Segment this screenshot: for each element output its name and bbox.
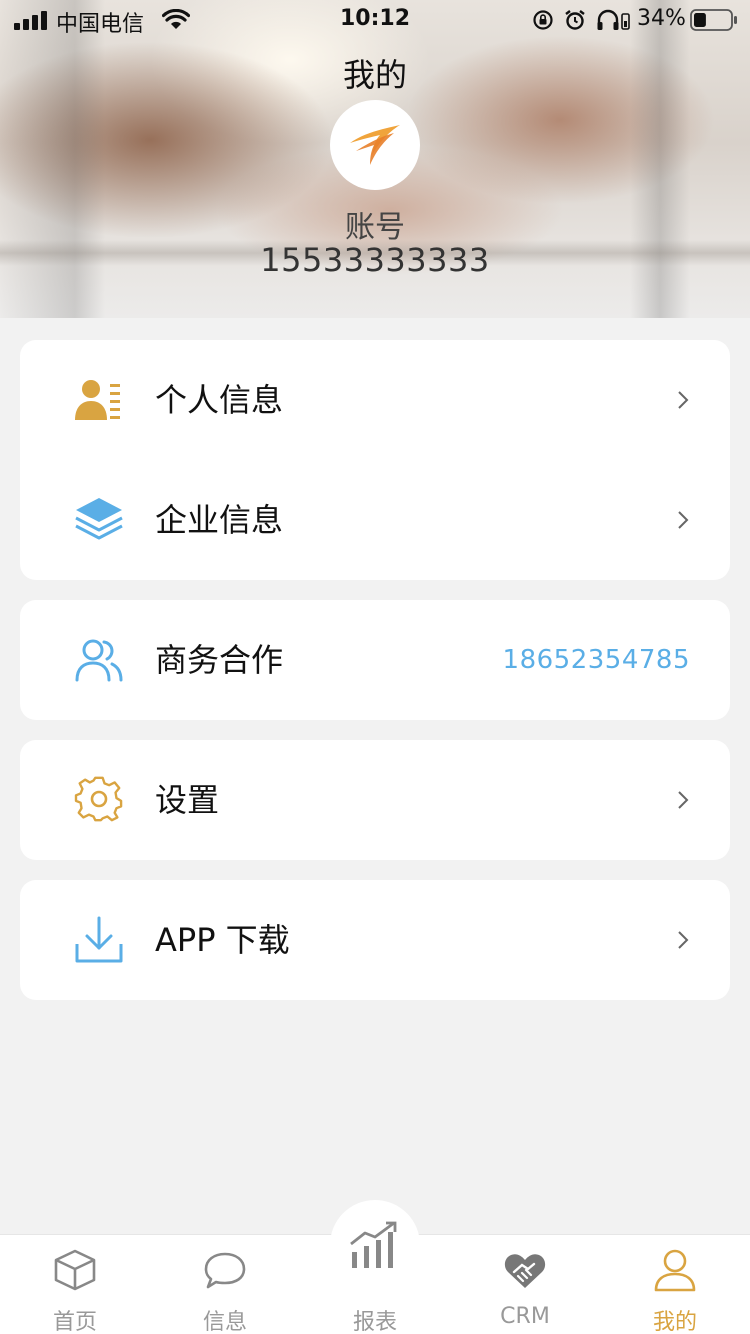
chat-bubble-icon <box>204 1252 246 1289</box>
personal-info-row[interactable]: 个人信息 <box>20 340 730 460</box>
gear-icon <box>74 776 123 822</box>
battery-icon <box>690 9 737 31</box>
layers-icon <box>75 498 123 540</box>
user-icon <box>654 1249 696 1292</box>
handshake-icon <box>504 1254 546 1288</box>
battery-percent: 34% <box>637 6 686 31</box>
chevron-right-icon <box>678 511 689 529</box>
settings-label: 设置 <box>155 781 220 819</box>
status-bar: 中国电信 10:12 34% <box>0 0 750 40</box>
tab-crm[interactable]: CRM <box>450 1234 600 1334</box>
app-download-label: APP 下载 <box>155 921 290 959</box>
alarm-icon <box>565 10 585 30</box>
tab-label: 我的 <box>652 1310 697 1334</box>
account-label: 账号 <box>345 210 405 245</box>
tab-label: 报表 <box>352 1310 397 1334</box>
business-phone[interactable]: 18652354785 <box>503 600 690 720</box>
download-icon <box>75 916 123 963</box>
app-logo-icon <box>350 125 400 165</box>
headphones-icon <box>597 9 630 30</box>
account-number: 15533333333 <box>260 241 490 279</box>
business-label: 商务合作 <box>155 641 284 679</box>
rotation-lock-icon <box>533 10 553 30</box>
info-card: 个人信息 企业信息 <box>20 340 730 580</box>
tab-label: 信息 <box>202 1310 247 1334</box>
status-icons <box>532 8 630 32</box>
settings-row[interactable]: 设置 <box>20 740 730 860</box>
tab-messages[interactable]: 信息 <box>150 1234 300 1334</box>
chevron-right-icon <box>678 931 689 949</box>
chevron-right-icon <box>678 791 689 809</box>
settings-card: 设置 <box>20 740 730 860</box>
page-title: 我的 <box>342 56 407 94</box>
tab-reports[interactable]: 报表 <box>300 1221 450 1334</box>
avatar[interactable] <box>330 100 420 190</box>
bar-chart-icon <box>350 1221 397 1268</box>
tab-label: 首页 <box>52 1310 97 1334</box>
tab-home[interactable]: 首页 <box>0 1234 150 1334</box>
business-card: 商务合作 18652354785 <box>20 600 730 720</box>
company-info-label: 企业信息 <box>155 501 284 539</box>
user-card-icon <box>75 380 120 420</box>
cube-icon <box>54 1249 96 1291</box>
download-card: APP 下载 <box>20 880 730 1000</box>
chevron-right-icon <box>678 391 689 409</box>
business-row[interactable]: 商务合作 18652354785 <box>20 600 730 720</box>
personal-info-label: 个人信息 <box>155 381 284 419</box>
tab-label: CRM <box>500 1304 550 1329</box>
tab-profile[interactable]: 我的 <box>600 1234 750 1334</box>
people-icon <box>75 639 123 682</box>
app-download-row[interactable]: APP 下载 <box>20 880 730 1000</box>
company-info-row[interactable]: 企业信息 <box>20 460 730 580</box>
